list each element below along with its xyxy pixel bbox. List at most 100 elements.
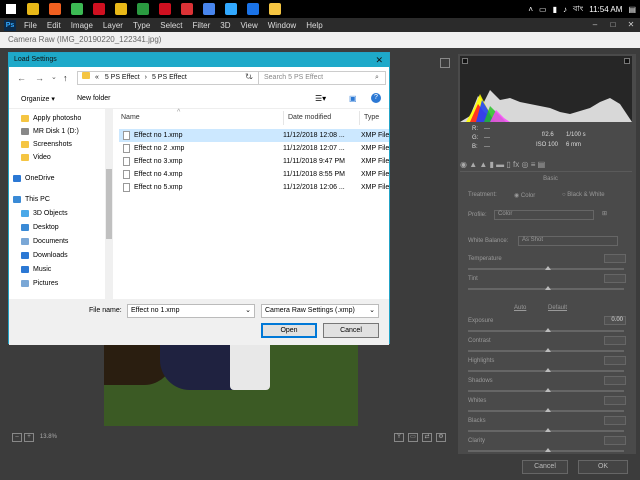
shadows-slider-knob[interactable]	[545, 388, 551, 392]
nav-item-onedrive[interactable]: OneDrive	[13, 172, 55, 185]
breadcrumb-root[interactable]: «	[95, 74, 99, 81]
close-icon[interactable]: ✕	[622, 18, 640, 32]
windows-start-icon[interactable]	[0, 0, 22, 18]
shadows-value-box[interactable]	[604, 376, 626, 385]
white-balance-select[interactable]: As Shot	[518, 236, 618, 246]
volume-icon[interactable]: ♪	[563, 5, 567, 14]
battery-icon[interactable]: ▭	[539, 5, 547, 14]
blacks-slider[interactable]	[468, 428, 624, 432]
menu-image[interactable]: Image	[71, 21, 93, 30]
preview-pane-icon[interactable]: ▣	[349, 94, 357, 103]
default-link[interactable]: Default	[548, 305, 567, 311]
before-after-icon[interactable]: Y	[394, 433, 404, 442]
new-folder-button[interactable]: New folder	[77, 95, 110, 102]
network-icon[interactable]: ▮	[553, 5, 557, 14]
minimize-icon[interactable]: –	[586, 18, 604, 32]
up-icon[interactable]: ↑	[63, 73, 68, 83]
tint-slider[interactable]	[468, 286, 624, 290]
nav-item-pictures[interactable]: Pictures	[21, 277, 58, 290]
nav-item-music[interactable]: Music	[21, 263, 51, 276]
temperature-slider-knob[interactable]	[545, 266, 551, 270]
highlights-slider-knob[interactable]	[545, 368, 551, 372]
filename-input[interactable]: Effect no 1.xmp ⌄	[127, 304, 255, 318]
fullscreen-icon[interactable]	[440, 58, 450, 68]
contrast-slider-knob[interactable]	[545, 348, 551, 352]
menu-layer[interactable]: Layer	[103, 21, 123, 30]
contrast-value-box[interactable]	[604, 336, 626, 345]
profile-browser-icon[interactable]: ⊞	[602, 210, 607, 217]
menu-file[interactable]: File	[24, 21, 37, 30]
profile-select[interactable]: Color	[494, 210, 594, 220]
dialog-close-icon[interactable]: ✕	[375, 53, 383, 67]
menu-window[interactable]: Window	[268, 21, 296, 30]
menu-view[interactable]: View	[241, 21, 258, 30]
compare-icon[interactable]: ▭	[408, 433, 418, 442]
lens-icon[interactable]: ▯	[506, 160, 510, 169]
chrome-app-2-icon[interactable]	[66, 0, 88, 18]
forward-icon[interactable]: →	[35, 73, 44, 83]
color-radio[interactable]: ◉ Color	[514, 192, 535, 199]
view-options-icon[interactable]: ☰▾	[315, 94, 326, 103]
search-input[interactable]: Search 5 PS Effect	[258, 71, 386, 85]
snapshots-icon[interactable]: ▤	[538, 160, 546, 169]
folder-app-icon[interactable]	[264, 0, 286, 18]
file-row[interactable]: Effect no 5.xmp 11/12/2018 12:06 ... XMP F…	[119, 181, 389, 194]
clock[interactable]: 11:54 AM	[589, 5, 622, 14]
filetype-select[interactable]: Camera Raw Settings (.xmp) ⌄	[261, 304, 379, 318]
col-date[interactable]: Date modified	[283, 111, 331, 125]
organize-button[interactable]: Organize ▾	[21, 95, 55, 103]
highlights-value-box[interactable]	[604, 356, 626, 365]
green-app-icon[interactable]	[132, 0, 154, 18]
nav-scrollbar[interactable]	[105, 109, 113, 299]
chrome-app-4-icon[interactable]	[176, 0, 198, 18]
recent-dropdown-icon[interactable]: ⌄	[51, 73, 57, 81]
settings-icon[interactable]: ⚙	[436, 433, 446, 442]
language-indicator[interactable]: বাং	[573, 3, 583, 16]
temperature-value-box[interactable]	[604, 254, 626, 263]
cancel-button[interactable]: Cancel	[522, 460, 568, 474]
file-row[interactable]: Effect no 1.xmp 11/12/2018 12:08 ... XMP F…	[119, 129, 389, 142]
chrome-app-3-icon[interactable]	[110, 0, 132, 18]
menu-type[interactable]: Type	[133, 21, 150, 30]
col-name[interactable]: Name	[121, 111, 140, 125]
zoom-level[interactable]: 13.8%	[40, 434, 57, 440]
nav-item-screenshots[interactable]: Screenshots	[21, 138, 72, 151]
whites-slider-knob[interactable]	[545, 408, 551, 412]
clarity-slider-knob[interactable]	[545, 448, 551, 452]
tint-value-box[interactable]	[604, 274, 626, 283]
detail-icon[interactable]: ▲	[479, 160, 487, 169]
blacks-slider-knob[interactable]	[545, 428, 551, 432]
nav-item-downloads[interactable]: Downloads	[21, 249, 68, 262]
open-button[interactable]: Open	[261, 323, 317, 338]
tray-arrow-icon[interactable]: ˄	[528, 5, 533, 14]
highlights-slider[interactable]	[468, 368, 624, 372]
contrast-slider[interactable]	[468, 348, 624, 352]
brave-app-icon[interactable]	[44, 0, 66, 18]
refresh-icon[interactable]: ↻	[245, 72, 252, 81]
basic-tab-icon[interactable]: ◉	[460, 160, 467, 169]
notification-icon[interactable]: ▤	[628, 5, 636, 14]
nav-scrollbar-thumb[interactable]	[106, 169, 112, 239]
nav-item-mr-disk-1-d-[interactable]: MR Disk 1 (D:)	[21, 125, 79, 138]
menu-filter[interactable]: Filter	[193, 21, 211, 30]
swap-icon[interactable]: ⇄	[422, 433, 432, 442]
photoshop-app-icon[interactable]	[220, 0, 242, 18]
presets-icon[interactable]: ≡	[531, 160, 536, 169]
dialog-cancel-button[interactable]: Cancel	[323, 323, 379, 338]
filetype-dropdown-icon[interactable]: ⌄	[369, 305, 375, 317]
ok-button[interactable]: OK	[578, 460, 628, 474]
temperature-slider[interactable]	[468, 266, 624, 270]
exposure-slider[interactable]	[468, 328, 624, 332]
nav-item-this-pc[interactable]: This PC	[13, 193, 50, 206]
clarity-value-box[interactable]	[604, 436, 626, 445]
split-toning-icon[interactable]: ▬	[496, 160, 504, 169]
nav-item-apply-photosho[interactable]: Apply photosho	[21, 112, 81, 125]
exposure-slider-knob[interactable]	[545, 328, 551, 332]
breadcrumb-2[interactable]: 5 PS Effect	[152, 74, 187, 81]
menu-select[interactable]: Select	[160, 21, 182, 30]
menu-help[interactable]: Help	[306, 21, 322, 30]
shield-app-icon[interactable]	[242, 0, 264, 18]
calibration-icon[interactable]: ◎	[522, 160, 529, 169]
address-bar[interactable]: « 5 PS Effect › 5 PS Effect ⌄	[77, 71, 259, 85]
exposure-value-box[interactable]: 0.00	[604, 316, 626, 325]
